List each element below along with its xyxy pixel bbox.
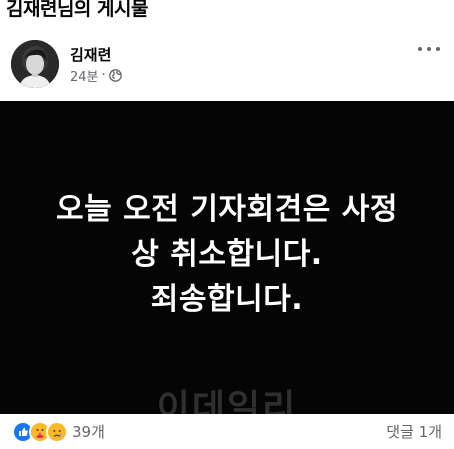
notice-text: 오늘 오전 기자회견은 사정 상 취소합니다. 죄송합니다. (0, 187, 454, 322)
sad-icon (46, 420, 68, 443)
notice-line-3: 죄송합니다. (150, 282, 304, 317)
notice-line-2: 상 취소합니다. (131, 237, 323, 272)
notice-line-1: 오늘 오전 기자회견은 사정 (56, 192, 398, 227)
reactions-summary[interactable]: 39개 (12, 420, 105, 443)
avatar-photo (11, 40, 59, 88)
page-title: 김재련님의 게시물 (6, 0, 148, 20)
post-image[interactable]: 오늘 오전 기자회견은 사정 상 취소합니다. 죄송합니다. 이데일리 (0, 101, 454, 414)
avatar[interactable] (11, 40, 59, 88)
post-meta: 24분 · (70, 66, 122, 85)
author-name[interactable]: 김재련 (70, 44, 111, 65)
meta-separator: · (101, 68, 106, 83)
post-header: 김재련 24분 · (0, 36, 454, 100)
globe-icon (108, 69, 122, 82)
reaction-count: 39개 (72, 423, 105, 441)
more-dot (427, 47, 431, 51)
comment-count[interactable]: 댓글 1개 (386, 421, 442, 442)
more-dot (436, 47, 440, 51)
watermark: 이데일리 (156, 388, 298, 414)
reaction-icons (12, 420, 68, 443)
more-dot (418, 47, 422, 51)
post-time[interactable]: 24분 (70, 66, 99, 85)
post-footer: 39개 댓글 1개 (0, 414, 454, 449)
more-options-icon[interactable] (418, 42, 440, 56)
